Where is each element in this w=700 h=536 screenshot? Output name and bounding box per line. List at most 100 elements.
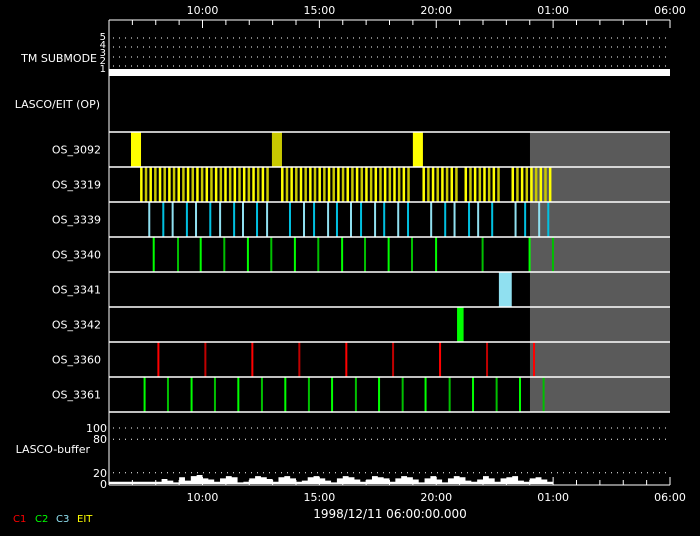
event-tick: [195, 202, 198, 237]
event-tick: [303, 202, 306, 237]
lasco-eit-label: LASCO/EIT (OP): [15, 98, 100, 111]
event-bar: [469, 167, 472, 202]
event-bar: [210, 167, 213, 202]
event-tick: [166, 377, 169, 412]
event-tick: [246, 237, 249, 272]
top-tick-label: 15:00: [304, 4, 336, 17]
event-tick: [435, 237, 438, 272]
event-tick: [468, 202, 471, 237]
event-bar: [379, 167, 382, 202]
event-bar: [196, 167, 199, 202]
event-bar: [290, 167, 293, 202]
event-tick: [298, 342, 301, 377]
event-bar: [172, 167, 176, 202]
event-bar: [351, 167, 354, 202]
bottom-tick-label: 10:00: [187, 491, 219, 504]
event-bar: [154, 167, 157, 202]
row-os-3341: OS_3341: [52, 272, 512, 307]
event-tick: [185, 202, 188, 237]
event-tick: [345, 342, 348, 377]
event-tick: [518, 377, 521, 412]
event-bar: [445, 167, 449, 202]
event-bar: [478, 167, 482, 202]
row-label: OS_3341: [52, 284, 101, 297]
bottom-tick-label: 15:00: [304, 491, 336, 504]
event-bar: [281, 167, 284, 202]
event-tick: [472, 377, 475, 412]
event-bar: [534, 167, 538, 202]
event-tick: [307, 377, 310, 412]
event-tick: [327, 202, 330, 237]
event-bar: [186, 167, 190, 202]
event-bar: [168, 167, 171, 202]
event-bar: [511, 167, 515, 202]
event-bar: [365, 167, 368, 202]
event-tick: [177, 237, 180, 272]
event-bar: [525, 167, 529, 202]
event-tick: [335, 202, 338, 237]
rows-layer: 54321OS_3092OS_3319OS_3339OS_3340OS_3341…: [52, 32, 670, 491]
event-tick: [533, 342, 536, 377]
event-bar: [228, 167, 232, 202]
legend-c2: C2: [35, 514, 48, 525]
event-bar: [313, 167, 317, 202]
event-tick: [401, 377, 404, 412]
event-tick: [354, 377, 357, 412]
row-label: OS_3319: [52, 179, 101, 192]
event-tick: [430, 202, 433, 237]
event-tick: [448, 377, 451, 412]
event-bar: [205, 167, 209, 202]
event-tick: [148, 202, 151, 237]
event-bar: [238, 167, 241, 202]
event-tick: [374, 202, 377, 237]
event-bar: [539, 167, 543, 202]
event-tick: [538, 202, 541, 237]
event-tick: [397, 202, 400, 237]
event-bar: [441, 167, 444, 202]
event-tick: [219, 202, 222, 237]
event-bar: [422, 167, 425, 202]
event-bar: [497, 167, 500, 202]
legend-c1: C1: [13, 514, 26, 525]
event-bar: [548, 167, 552, 202]
event-tick: [266, 202, 269, 237]
event-tick: [364, 237, 367, 272]
event-bar: [295, 167, 298, 202]
event-tick: [331, 377, 334, 412]
row-os-3340: OS_3340: [52, 237, 554, 272]
event-bar: [341, 167, 345, 202]
event-tick: [341, 237, 344, 272]
event-bar: [214, 167, 218, 202]
event-tick: [233, 202, 236, 237]
row-os-3319: OS_3319: [52, 167, 552, 202]
event-tick: [157, 342, 160, 377]
bottom-tick-label: 20:00: [420, 491, 452, 504]
event-tick: [251, 342, 254, 377]
event-bar: [219, 167, 223, 202]
event-bar: [393, 167, 396, 202]
event-bar: [492, 167, 496, 202]
event-bar: [346, 167, 349, 202]
event-tick: [407, 202, 410, 237]
event-bar: [163, 167, 166, 202]
event-tick: [204, 342, 207, 377]
event-tick: [199, 237, 202, 272]
row-os-3361: OS_3361: [52, 377, 545, 412]
event-bar: [520, 167, 524, 202]
event-tick: [495, 377, 498, 412]
event-tick: [477, 202, 480, 237]
event-bar: [383, 167, 387, 202]
event-bar: [266, 167, 269, 202]
event-bar: [436, 167, 439, 202]
event-tick: [349, 202, 352, 237]
tm-level-label: 1: [100, 64, 106, 75]
row-label: OS_3339: [52, 214, 101, 227]
event-tick: [547, 202, 550, 237]
event-tick: [491, 202, 494, 237]
event-bar: [191, 167, 195, 202]
event-bar: [233, 167, 237, 202]
date-label: 1998/12/11 06:00:00.000: [313, 507, 467, 521]
event-bar: [252, 167, 255, 202]
event-tick: [152, 237, 155, 272]
event-bar: [327, 167, 331, 202]
